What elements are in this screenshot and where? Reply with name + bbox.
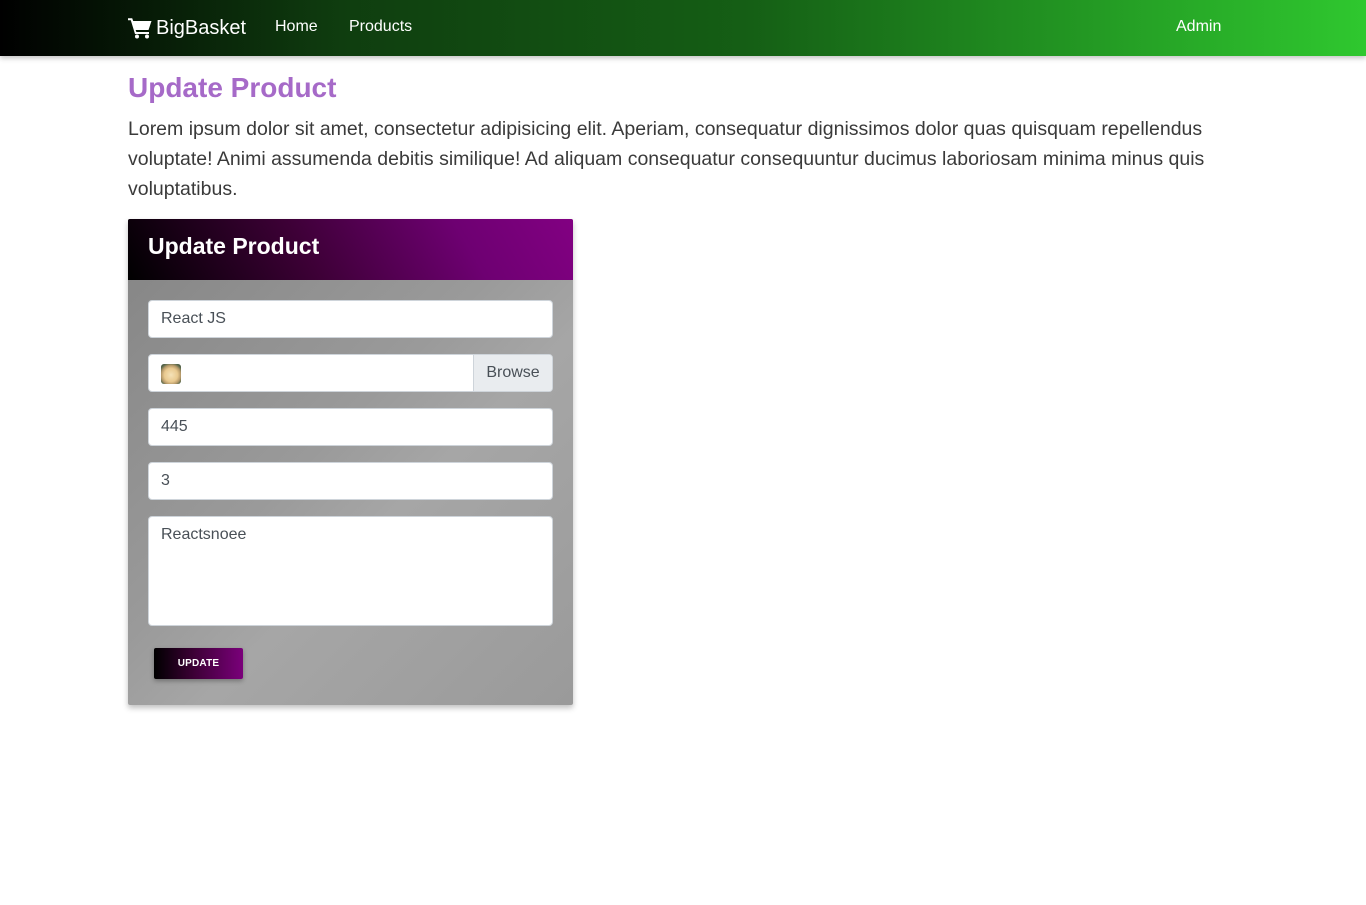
page-title: Update Product [128,72,337,103]
update-button[interactable]: UPDATE [154,648,243,679]
brand-name: BigBasket [156,16,247,39]
image-file-input[interactable]: Browse [148,354,553,392]
nav-admin-link[interactable]: Admin [1176,17,1221,37]
selected-image-thumbnail [161,364,181,384]
top-navbar: BigBasket Home Products Admin [0,0,1366,56]
nav-home-link[interactable]: Home [275,17,318,37]
brand-link[interactable]: BigBasket [128,14,246,42]
product-description-textarea[interactable]: Reactsnoee [148,516,553,626]
shopping-cart-icon [128,17,152,39]
browse-button[interactable]: Browse [473,355,552,391]
update-product-card: Update Product Browse Reactsnoee UPDATE [128,219,573,705]
product-name-input[interactable] [148,300,553,338]
card-header: Update Product [128,219,573,280]
card-title: Update Product [148,233,320,259]
product-price-input[interactable] [148,408,553,446]
product-quantity-input[interactable] [148,462,553,500]
nav-products-link[interactable]: Products [349,17,412,37]
page-description: Lorem ipsum dolor sit amet, consectetur … [128,118,1205,200]
